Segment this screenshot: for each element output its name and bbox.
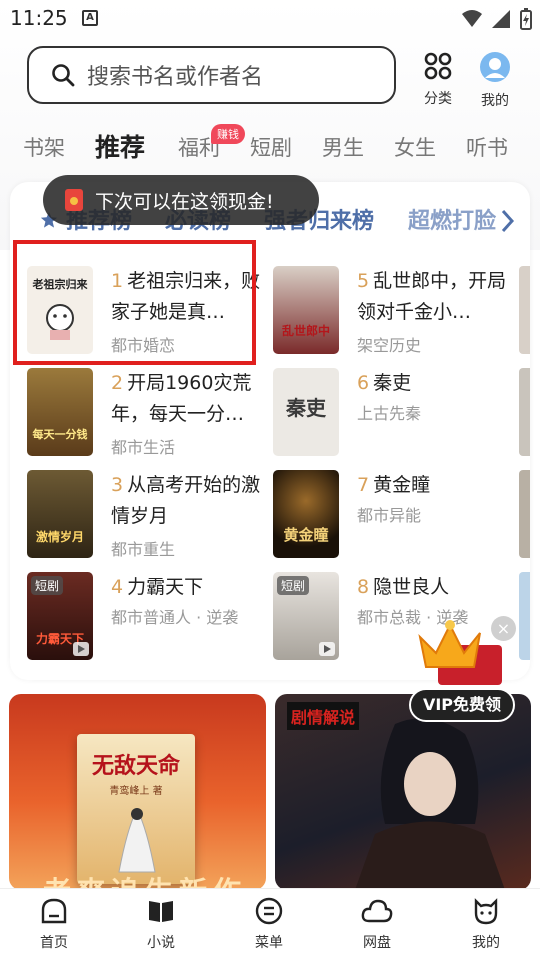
nav-novel[interactable]: 小说	[121, 897, 201, 952]
book-category: 上古先秦	[357, 404, 422, 423]
cash-tooltip[interactable]: 下次可以在这领现金!	[43, 175, 319, 225]
search-placeholder: 搜索书名或作者名	[87, 65, 264, 90]
bottom-nav: 首页 小说 菜单 网盘 我的	[0, 888, 540, 960]
welfare-badge: 赚钱	[211, 124, 245, 144]
nav-label: 首页	[40, 935, 68, 951]
nav-profile[interactable]: 我的	[446, 897, 526, 952]
book-rank: 2	[111, 372, 124, 394]
play-icon	[319, 642, 335, 656]
wifi-icon	[462, 10, 482, 27]
search-icon	[52, 64, 75, 87]
book-category: 都市普通人 · 逆袭	[111, 608, 239, 627]
book-category: 都市异能	[357, 506, 422, 525]
menu-icon	[255, 897, 283, 925]
cloud-icon	[361, 899, 393, 923]
short-drama-tag: 短剧	[277, 576, 310, 595]
book-rank: 8	[357, 576, 370, 598]
book-title: 隐世良人	[373, 576, 450, 598]
book-title: 乱世郎中，开局领对千金小…	[357, 270, 507, 323]
banner-bottom-text: 老爽追生新作	[43, 870, 247, 890]
book-cover: 每天一分钱	[27, 368, 93, 456]
play-icon	[73, 642, 89, 656]
next-book-cover	[519, 572, 530, 660]
signal-icon	[492, 10, 510, 28]
book-cover: 黄金瞳	[273, 470, 339, 558]
book-category: 都市重生	[111, 540, 176, 559]
nav-label: 菜单	[255, 935, 283, 951]
book-item-7[interactable]: 黄金瞳 7 黄金瞳 都市异能	[273, 470, 503, 560]
avatar-icon	[480, 52, 510, 82]
highlight-box	[13, 240, 256, 365]
book-cover: 乱世郎中	[273, 266, 339, 354]
tab-male[interactable]: 男生	[322, 132, 364, 162]
book-title: 黄金瞳	[373, 474, 431, 496]
next-book-cover	[519, 266, 530, 354]
tooltip-text: 下次可以在这领现金!	[95, 190, 274, 213]
category-button[interactable]: 分类	[413, 52, 463, 108]
tab-female[interactable]: 女生	[394, 132, 436, 162]
battery-icon	[520, 8, 532, 30]
nav-label: 小说	[147, 935, 175, 951]
channel-tabs: 书架 推荐 福利 赚钱 短剧 男生 女生 听书	[0, 124, 540, 168]
book-cover: 激情岁月	[27, 470, 93, 558]
profile-icon	[474, 898, 498, 925]
nav-label: 网盘	[363, 935, 391, 951]
grid-icon	[424, 52, 452, 80]
swordsman-illustration-icon	[118, 807, 156, 873]
book-rank: 4	[111, 576, 124, 598]
nav-cloud-drive[interactable]: 网盘	[337, 897, 417, 952]
tab-recommend[interactable]: 推荐	[95, 128, 145, 164]
search-bar[interactable]: 搜索书名或作者名	[27, 46, 396, 104]
book-category: 架空历史	[357, 336, 422, 355]
book-rank: 5	[357, 270, 370, 292]
ranking-tab-face-slap[interactable]: 超燃打脸	[408, 203, 498, 235]
notification-badge: A	[82, 10, 98, 26]
book-title: 力霸天下	[127, 576, 204, 598]
nav-menu[interactable]: 菜单	[229, 897, 309, 952]
book-rank: 7	[357, 474, 370, 496]
book-item-4[interactable]: 短剧 力霸天下 4 力霸天下 都市普通人 · 逆袭	[27, 572, 257, 662]
next-book-cover	[519, 368, 530, 456]
status-bar: 11:25 A	[0, 0, 540, 36]
book-title: 从高考开始的激情岁月	[111, 474, 261, 527]
category-label: 分类	[424, 91, 452, 107]
chevron-right-icon[interactable]	[500, 208, 516, 234]
tab-audiobook[interactable]: 听书	[466, 132, 508, 162]
next-book-cover	[519, 470, 530, 558]
banner-book-author: 青鸾峰上 著	[109, 786, 163, 797]
book-item-6[interactable]: 秦吏 6 秦吏 上古先秦	[273, 368, 503, 458]
book-cover: 秦吏	[273, 368, 339, 456]
vip-free-button[interactable]: VIP免费领	[409, 688, 515, 722]
red-envelope-icon	[65, 189, 83, 211]
tab-short-drama[interactable]: 短剧	[250, 132, 292, 162]
banner-top-text: 剧情解说	[287, 702, 360, 730]
book-item-5[interactable]: 乱世郎中 5 乱世郎中，开局领对千金小… 架空历史	[273, 266, 507, 356]
book-cover: 短剧	[273, 572, 339, 660]
mine-label: 我的	[481, 93, 509, 109]
character-illustration-icon	[355, 718, 505, 890]
book-title: 秦吏	[373, 372, 412, 394]
book-rank: 3	[111, 474, 124, 496]
nav-label: 我的	[472, 935, 500, 951]
mine-button[interactable]: 我的	[470, 52, 520, 110]
status-time: 11:25	[10, 6, 68, 30]
book-title: 开局1960灾荒年，每天一分…	[111, 372, 252, 425]
nav-home[interactable]: 首页	[14, 897, 94, 952]
banner-left[interactable]: 无敌天命 青鸾峰上 著 老爽追生新作	[9, 694, 266, 890]
book-cover: 短剧 力霸天下	[27, 572, 93, 660]
book-icon	[149, 901, 173, 922]
system-icons	[462, 8, 532, 30]
book-rank: 6	[357, 372, 370, 394]
banner-book-cover: 无敌天命 青鸾峰上 著	[77, 734, 195, 884]
book-category: 都市生活	[111, 438, 176, 457]
banner-book-title: 无敌天命	[91, 754, 180, 779]
short-drama-tag: 短剧	[31, 576, 64, 595]
home-icon	[41, 898, 67, 924]
book-item-2[interactable]: 每天一分钱 2 开局1960灾荒年，每天一分… 都市生活	[27, 368, 257, 458]
tab-bookshelf[interactable]: 书架	[23, 132, 65, 162]
close-icon[interactable]: ×	[491, 616, 516, 641]
book-item-3[interactable]: 激情岁月 3 从高考开始的激情岁月 都市重生	[27, 470, 261, 560]
